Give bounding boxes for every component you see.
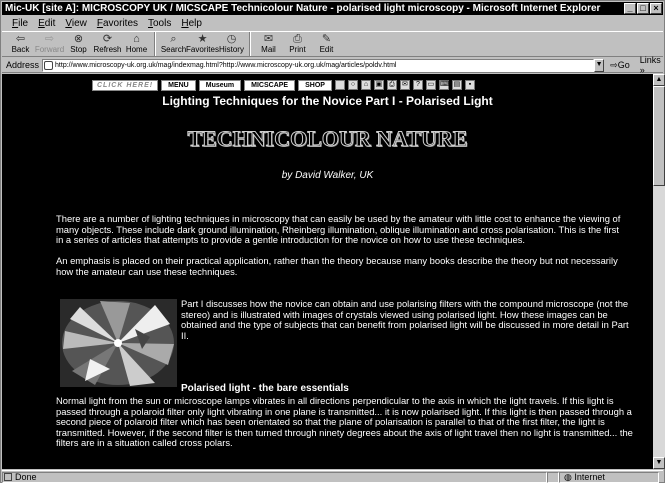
blank-nav-icon[interactable] (334, 80, 345, 90)
printer-nav-icon[interactable]: ⎙ (386, 80, 397, 90)
page-done-icon (4, 472, 12, 481)
minimize-button[interactable]: _ (624, 3, 636, 14)
go-button[interactable]: ⇨Go (610, 60, 630, 71)
toolbar: ⇦ Back ⇨ Forward ⊗ Stop ⟳ Refresh ⌂ Home ⌕ Sea… (2, 31, 663, 57)
history-icon: ◷ (226, 33, 237, 45)
circle-nav-icon[interactable]: ○ (347, 80, 358, 90)
menu-edit[interactable]: Edit (38, 18, 55, 29)
page-icon (44, 60, 54, 70)
favorites-icon: ★ (197, 33, 208, 45)
window-controls: _ □ × (624, 3, 662, 14)
home-icon: ⌂ (133, 33, 140, 45)
history-button[interactable]: ◷ History (217, 32, 246, 57)
intro-paragraph: There are a number of lighting technique… (56, 213, 621, 246)
links-button[interactable]: Links » (640, 55, 663, 75)
monitor-nav-icon[interactable]: ▭ (425, 80, 436, 90)
document-nav-icon[interactable]: ▤ (451, 80, 462, 90)
keyboard-nav-icon[interactable]: ⌨ (438, 80, 450, 90)
close-button[interactable]: × (650, 3, 662, 14)
emphasis-paragraph: An emphasis is placed on their practical… (56, 255, 618, 277)
menu-help[interactable]: Help (181, 18, 202, 29)
menu-link[interactable]: MENU (161, 79, 196, 91)
forward-arrow-icon: ⇨ (44, 33, 55, 45)
address-dropdown-button[interactable]: ▼ (594, 58, 605, 72)
forward-button[interactable]: ⇨ Forward (35, 32, 64, 57)
status-text-pane: Done (2, 471, 547, 483)
vertical-scrollbar[interactable]: ▲ ▼ (653, 74, 665, 469)
status-bar: Done ◍ Internet (2, 470, 663, 483)
home-nav-icon[interactable]: ⌂ (360, 80, 371, 90)
shop-link[interactable]: SHOP (298, 79, 332, 91)
printer-icon: ⎙ (293, 33, 302, 45)
scroll-up-button[interactable]: ▲ (653, 74, 665, 86)
refresh-button[interactable]: ⟳ Refresh (93, 32, 122, 57)
title-bar: Mic-UK [site A]: MICROSCOPY UK / MICSCAP… (2, 2, 663, 15)
address-input[interactable]: http://www.microscopy-uk.org.uk/mag/inde… (42, 58, 595, 72)
mail-button[interactable]: ✉ Mail (254, 32, 283, 57)
print-button[interactable]: ⎙ Print (283, 32, 312, 57)
crystal-drawing (60, 299, 177, 387)
maximize-button[interactable]: □ (637, 3, 649, 14)
menu-view[interactable]: View (65, 18, 87, 29)
home-button[interactable]: ⌂ Home (122, 32, 151, 57)
image-nav-icon[interactable]: ▣ (373, 80, 384, 90)
technicolour-nature-logo: TECHNICOLOUR NATURE (187, 126, 468, 152)
refresh-icon: ⟳ (102, 33, 113, 45)
status-pane-blank (547, 471, 559, 483)
back-arrow-icon: ⇦ (15, 33, 26, 45)
edit-button[interactable]: ✎ Edit (312, 32, 341, 57)
stop-button[interactable]: ⊗ Stop (64, 32, 93, 57)
menu-file[interactable]: File (12, 18, 28, 29)
toolbar-separator (249, 32, 251, 56)
address-url: http://www.microscopy-uk.org.uk/mag/inde… (55, 61, 397, 69)
essentials-paragraph: Normal light from the sun or microscope … (56, 395, 633, 449)
page-content: CLICK HERE! MENU Museum MICSCAPE SHOP ○ … (2, 74, 653, 469)
mail-nav-icon[interactable]: ✉ (399, 80, 410, 90)
mail-icon: ✉ (263, 33, 274, 45)
museum-link[interactable]: Museum (198, 79, 242, 91)
browser-window: Mic-UK [site A]: MICROSCOPY UK / MICSCAP… (0, 0, 665, 483)
back-button[interactable]: ⇦ Back (6, 32, 35, 57)
micscape-link[interactable]: MICSCAPE (244, 79, 296, 91)
polarised-crystal-image (60, 299, 177, 387)
site-nav-bar: CLICK HERE! MENU Museum MICSCAPE SHOP ○ … (92, 79, 475, 91)
article-headline: Lighting Techniques for the Novice Part … (162, 94, 493, 108)
edit-icon: ✎ (321, 33, 332, 45)
menu-tools[interactable]: Tools (148, 18, 171, 29)
search-icon: ⌕ (170, 33, 177, 45)
address-bar: Address http://www.microscopy-uk.org.uk/… (2, 55, 663, 75)
toolbar-separator (154, 32, 156, 56)
part-one-paragraph: Part I discusses how the novice can obta… (181, 298, 629, 341)
section-heading: Polarised light - the bare essentials (181, 383, 349, 394)
address-label: Address (6, 60, 40, 70)
scroll-down-button[interactable]: ▼ (653, 457, 665, 469)
window-title: Mic-UK [site A]: MICROSCOPY UK / MICSCAP… (5, 3, 601, 14)
favorites-button[interactable]: ★ Favorites (186, 32, 219, 57)
click-here-link[interactable]: CLICK HERE! (92, 79, 159, 91)
help-nav-icon[interactable]: ? (412, 80, 423, 90)
scroll-thumb[interactable] (653, 86, 665, 186)
menu-bar: File Edit View Favorites Tools Help (2, 16, 663, 30)
disk-nav-icon[interactable]: ▪ (464, 80, 475, 90)
menu-favorites[interactable]: Favorites (97, 18, 138, 29)
stop-icon: ⊗ (73, 33, 84, 45)
article-byline: by David Walker, UK (281, 170, 374, 181)
search-button[interactable]: ⌕ Search (159, 32, 188, 57)
status-zone-pane: ◍ Internet (559, 471, 659, 483)
internet-zone-icon: ◍ (564, 471, 572, 482)
